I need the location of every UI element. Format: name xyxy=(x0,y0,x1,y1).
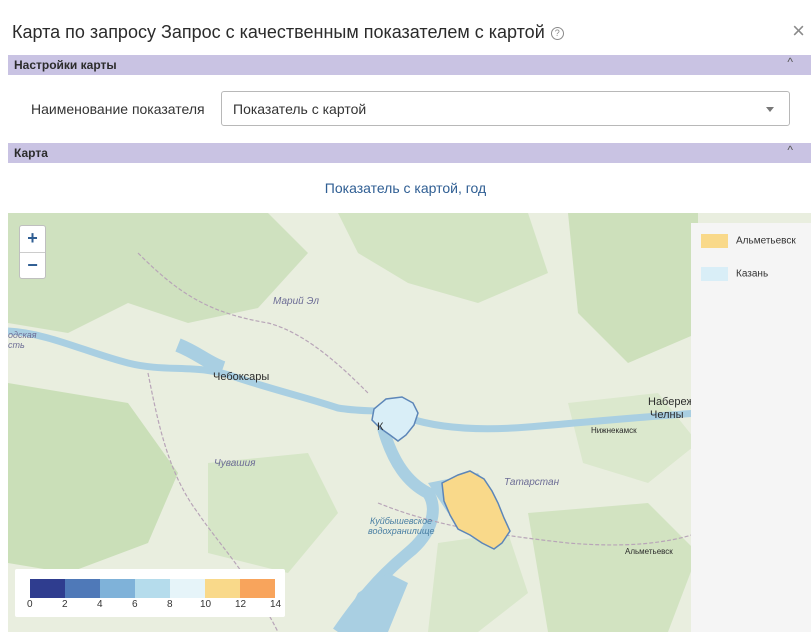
map-label-cheboksary: Чебоксары xyxy=(213,371,270,383)
settings-section-header[interactable]: Настройки карты ^ xyxy=(8,55,811,75)
map-label-naberezhnye-2: Челны xyxy=(650,409,684,421)
zoom-in-button[interactable]: + xyxy=(20,226,45,252)
map-label-tatarstan: Татарстан xyxy=(504,477,560,488)
help-icon[interactable]: ? xyxy=(550,27,564,40)
map-canvas[interactable]: Марий Эл Чебоксары Чувашия Татарстан Наб… xyxy=(8,213,811,632)
map-label-reservoir-1: Куйбышевское xyxy=(370,516,433,526)
zoom-control: + − xyxy=(19,225,46,279)
map-label-almetyevsk: Альметьевск xyxy=(625,547,673,556)
dialog-title: Карта по запросу Запрос с качественным п… xyxy=(12,22,564,43)
map-label-edge-1: одская xyxy=(8,330,37,340)
color-scale-step xyxy=(30,579,65,598)
settings-section-title: Настройки карты xyxy=(14,58,117,72)
color-scale-step xyxy=(170,579,205,598)
chevron-up-icon[interactable]: ^ xyxy=(787,55,793,69)
legend-swatch xyxy=(701,267,728,281)
color-scale-tick: 4 xyxy=(97,599,103,610)
dialog-title-text: Карта по запросу Запрос с качественным п… xyxy=(12,22,545,42)
chevron-up-icon[interactable]: ^ xyxy=(787,143,793,157)
color-scale-tick: 10 xyxy=(200,599,212,610)
map-label-kazan: К xyxy=(377,421,384,433)
color-scale-tick: 14 xyxy=(270,599,282,610)
map-label-reservoir-2: водохранилище xyxy=(368,526,435,536)
map-section-header[interactable]: Карта ^ xyxy=(8,143,811,163)
legend-item-kazan[interactable]: Казань xyxy=(701,267,768,281)
map-label-nizhnekamsk: Нижнекамск xyxy=(591,426,637,435)
legend-label: Казань xyxy=(736,268,769,280)
chevron-down-icon[interactable] xyxy=(766,107,774,112)
color-scale-tick: 8 xyxy=(167,599,173,610)
close-icon[interactable]: × xyxy=(792,20,805,42)
color-scale-tick: 0 xyxy=(27,599,33,610)
map-label-mari-el: Марий Эл xyxy=(273,296,320,307)
zoom-out-button[interactable]: − xyxy=(20,252,45,279)
map-label-edge-2: сть xyxy=(8,340,25,350)
indicator-select-value: Показатель с картой xyxy=(233,101,367,117)
color-scale-step xyxy=(100,579,135,598)
map-section-title: Карта xyxy=(14,146,48,160)
color-scale-step xyxy=(240,579,275,598)
color-scale-tick: 6 xyxy=(132,599,138,610)
legend-label: Альметьевск xyxy=(736,235,796,247)
color-scale-tick: 2 xyxy=(62,599,68,610)
indicator-select[interactable]: Показатель с картой xyxy=(221,91,790,126)
color-scale-step xyxy=(135,579,170,598)
legend-swatch xyxy=(701,234,728,248)
color-scale: 0 2 4 6 8 10 12 14 xyxy=(15,569,285,617)
legend-item-almetyevsk[interactable]: Альметьевск xyxy=(701,234,796,248)
color-scale-step xyxy=(65,579,100,598)
color-scale-tick: 12 xyxy=(235,599,247,610)
color-scale-bar xyxy=(30,579,275,598)
map-label-chuvashia: Чувашия xyxy=(214,458,256,469)
dialog-header: Карта по запросу Запрос с качественным п… xyxy=(0,0,811,54)
map-title: Показатель с картой, год xyxy=(324,180,487,196)
indicator-label: Наименование показателя xyxy=(31,101,205,117)
color-scale-step xyxy=(205,579,240,598)
map-legend: Альметьевск Казань xyxy=(691,223,811,632)
